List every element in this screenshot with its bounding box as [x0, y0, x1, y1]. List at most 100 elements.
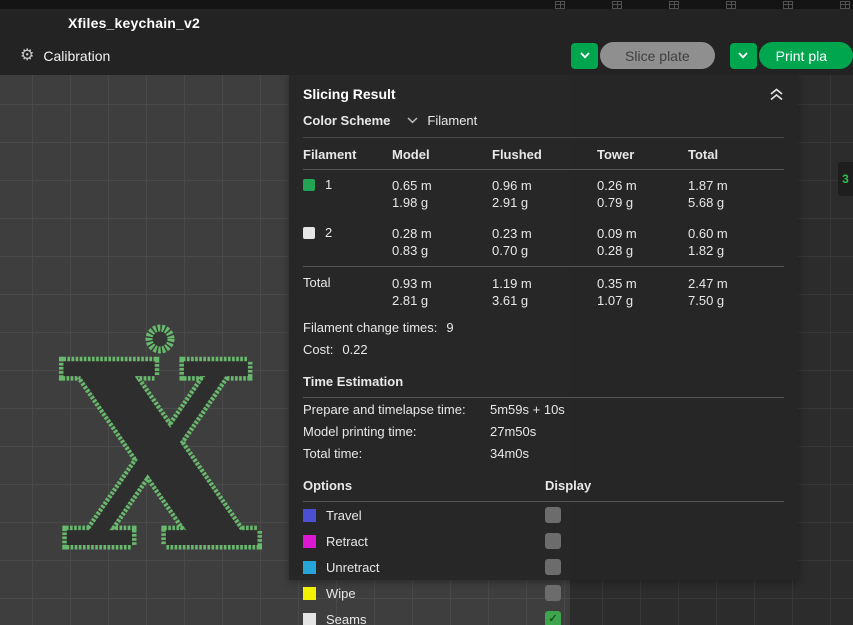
option-row-wipe: Wipe ✓ — [303, 580, 784, 606]
seams-color-swatch — [303, 613, 316, 625]
total-length: 2.47 m — [688, 275, 784, 292]
options-title: Options — [303, 478, 545, 493]
option-row-travel: Travel ✓ — [303, 502, 784, 528]
chevron-down-icon — [738, 52, 748, 59]
travel-color-swatch — [303, 509, 316, 522]
tower-cell: 0.09 m 0.28 g — [597, 225, 688, 259]
settings-gear-icon[interactable]: ⚙ — [20, 48, 34, 64]
grid-icon — [726, 1, 736, 9]
model-length: 0.65 m — [392, 177, 492, 194]
time-label: Model printing time: — [303, 424, 490, 439]
filament-change-label: Filament change times: — [303, 320, 437, 335]
total-length: 1.87 m — [688, 177, 784, 194]
flushed-cell: 1.19 m 3.61 g — [492, 275, 597, 309]
time-label: Prepare and timelapse time: — [303, 402, 490, 417]
total-weight: 7.50 g — [688, 292, 784, 309]
col-header-model: Model — [392, 147, 492, 162]
time-estimation-title: Time Estimation — [303, 374, 403, 389]
option-label: Unretract — [326, 560, 545, 575]
option-row-retract: Retract ✓ — [303, 528, 784, 554]
model-weight: 1.98 g — [392, 194, 492, 211]
col-header-filament: Filament — [303, 147, 392, 162]
tower-cell: 0.35 m 1.07 g — [597, 275, 688, 309]
option-label: Wipe — [326, 586, 545, 601]
time-value: 27m50s — [490, 424, 536, 439]
grid-icon — [669, 1, 679, 9]
display-column-header: Display — [545, 478, 591, 493]
grid-icon — [840, 1, 850, 9]
collapse-panel-button[interactable] — [769, 88, 784, 101]
color-scheme-dropdown[interactable]: Filament — [407, 113, 477, 128]
time-row-total: Total time: 34m0s — [303, 442, 784, 464]
filament-change-row: Filament change times: 9 — [303, 316, 784, 338]
model-length: 0.28 m — [392, 225, 492, 242]
tower-weight: 0.79 g — [597, 194, 688, 211]
tower-cell: 0.26 m 0.79 g — [597, 177, 688, 211]
unretract-display-checkbox[interactable]: ✓ — [545, 559, 561, 575]
total-cell: 2.47 m 7.50 g — [688, 275, 784, 309]
total-row-label: Total — [303, 275, 392, 290]
seams-display-checkbox[interactable]: ✓ — [545, 611, 561, 625]
print-plate-button[interactable]: Print pla — [759, 42, 853, 69]
titlebar: Xfiles_keychain_v2 — [0, 9, 853, 36]
filament-cell: 2 — [303, 225, 392, 240]
chevron-down-icon — [580, 52, 590, 59]
slicing-result-panel: Slicing Result Color Scheme Filament Fil… — [289, 75, 798, 580]
tower-length: 0.09 m — [597, 225, 688, 242]
option-label: Travel — [326, 508, 545, 523]
project-title: Xfiles_keychain_v2 — [68, 15, 200, 31]
grid-icon — [783, 1, 793, 9]
col-header-flushed: Flushed — [492, 147, 597, 162]
filament-row-2: 2 0.28 m 0.83 g 0.23 m 0.70 g 0.09 m 0.2… — [303, 218, 784, 266]
options-header: Options Display — [303, 464, 784, 502]
filament-row-1: 1 0.65 m 1.98 g 0.96 m 2.91 g 0.26 m 0.7… — [303, 170, 784, 218]
layer-slider-indicator[interactable]: 3 — [838, 162, 853, 196]
retract-display-checkbox[interactable]: ✓ — [545, 533, 561, 549]
table-total-row: Total 0.93 m 2.81 g 1.19 m 3.61 g 0.35 m… — [303, 266, 784, 316]
slice-plate-button[interactable]: Slice plate — [600, 42, 715, 69]
filament-table-header: Filament Model Flushed Tower Total — [303, 138, 784, 170]
col-header-tower: Tower — [597, 147, 688, 162]
option-row-seams: Seams ✓ — [303, 606, 784, 625]
wipe-display-checkbox[interactable]: ✓ — [545, 585, 561, 601]
option-row-unretract: Unretract ✓ — [303, 554, 784, 580]
color-scheme-label: Color Scheme — [303, 113, 390, 128]
model-cell: 0.28 m 0.83 g — [392, 225, 492, 259]
tower-weight: 0.28 g — [597, 242, 688, 259]
slice-dropdown-button[interactable] — [571, 43, 598, 69]
flushed-weight: 3.61 g — [492, 292, 597, 309]
total-weight: 5.68 g — [688, 194, 784, 211]
col-header-total: Total — [688, 147, 784, 162]
option-label: Retract — [326, 534, 545, 549]
cost-value: 0.22 — [342, 342, 367, 357]
panel-header: Slicing Result — [303, 75, 784, 110]
flushed-cell: 0.96 m 2.91 g — [492, 177, 597, 211]
flushed-length: 0.96 m — [492, 177, 597, 194]
toolbar-actions: Slice plate Print pla — [571, 42, 853, 69]
time-label: Total time: — [303, 446, 490, 461]
calibration-menu-item[interactable]: Calibration — [43, 48, 110, 64]
double-chevron-up-icon — [769, 88, 784, 101]
print-dropdown-button[interactable] — [730, 43, 757, 69]
grid-icon — [555, 1, 565, 9]
filament-id: 2 — [325, 225, 332, 240]
cost-label: Cost: — [303, 342, 333, 357]
flushed-weight: 0.70 g — [492, 242, 597, 259]
panel-title: Slicing Result — [303, 86, 396, 102]
travel-display-checkbox[interactable]: ✓ — [545, 507, 561, 523]
model-weight: 2.81 g — [392, 292, 492, 309]
time-value: 5m59s + 10s — [490, 402, 565, 417]
total-weight: 1.82 g — [688, 242, 784, 259]
tower-weight: 1.07 g — [597, 292, 688, 309]
total-cell: 1.87 m 5.68 g — [688, 177, 784, 211]
total-cell: 0.60 m 1.82 g — [688, 225, 784, 259]
total-length: 0.60 m — [688, 225, 784, 242]
unretract-color-swatch — [303, 561, 316, 574]
model-cell: 0.65 m 1.98 g — [392, 177, 492, 211]
filament-id: 1 — [325, 177, 332, 192]
chevron-down-icon — [407, 117, 418, 124]
filament-color-swatch — [303, 227, 315, 239]
top-strip — [0, 0, 853, 9]
grid-icon — [612, 1, 622, 9]
option-label: Seams — [326, 612, 545, 625]
